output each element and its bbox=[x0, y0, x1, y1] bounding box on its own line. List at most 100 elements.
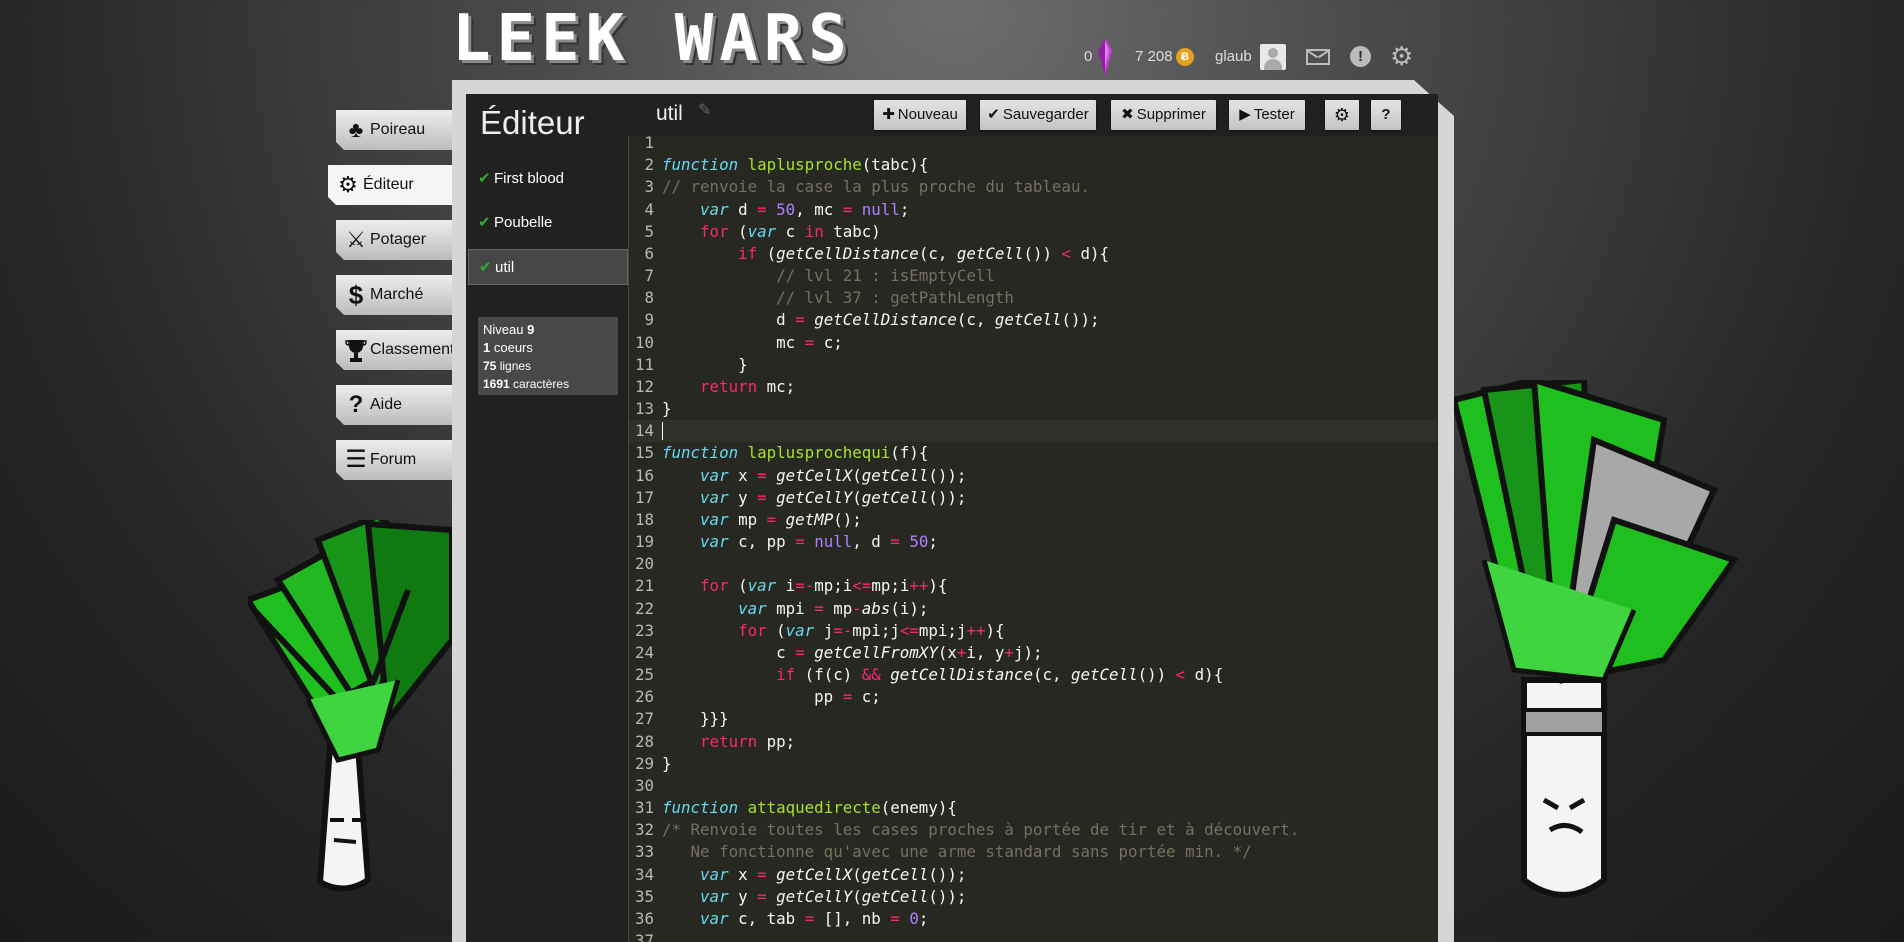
new-button[interactable]: ✚ Nouveau bbox=[874, 100, 966, 130]
menu-item-poireau[interactable]: ♣ Poireau bbox=[336, 110, 454, 150]
delete-button[interactable]: ✖ Supprimer bbox=[1111, 100, 1216, 130]
line-number: 16 bbox=[634, 465, 654, 485]
settings-gear-icon[interactable]: ⚙ bbox=[1390, 42, 1413, 70]
code-editor[interactable]: 1 2 function laplusproche(tabc){3// renvoi… bbox=[628, 133, 1438, 942]
menu-item-label: Potager bbox=[370, 231, 427, 248]
code-line[interactable]: 20 bbox=[629, 553, 1437, 575]
code-line[interactable]: 13} bbox=[629, 398, 1437, 420]
code-line[interactable]: 1 bbox=[629, 132, 1437, 154]
menu-item-marche[interactable]: $ Marché bbox=[336, 275, 454, 315]
code-line[interactable]: 7 // lvl 21 : isEmptyCell bbox=[629, 265, 1437, 287]
code-line[interactable]: 15 function laplusprochequi(f){ bbox=[629, 442, 1437, 464]
code-text: var y = getCellY(getCell()); bbox=[700, 487, 967, 507]
logo[interactable]: LEEK WARS bbox=[452, 7, 853, 71]
avatar[interactable] bbox=[1260, 44, 1286, 70]
swords-icon: ⚔ bbox=[346, 227, 366, 252]
code-text: if (f(c) && getCellDistance(c, getCell()… bbox=[776, 665, 1224, 685]
code-line[interactable]: 22 var mpi = mp-abs(i); bbox=[629, 598, 1437, 620]
settings-gear-button[interactable]: ⚙ bbox=[1325, 100, 1359, 130]
menu-item-classement[interactable]: Classement bbox=[336, 330, 454, 370]
line-number: 3 bbox=[644, 177, 654, 197]
file-item-label: util bbox=[495, 259, 515, 276]
code-line[interactable]: 17 var y = getCellY(getCell()); bbox=[629, 487, 1437, 509]
code-line[interactable]: 24 c = getCellFromXY(x+i, y+j); bbox=[629, 642, 1437, 664]
code-text: var c, pp = null, d = 50; bbox=[700, 532, 938, 552]
menu-item-label: Aide bbox=[370, 396, 403, 413]
save-button[interactable]: ✔ Sauvegarder bbox=[980, 100, 1096, 130]
code-line[interactable]: 34 var x = getCellX(getCell()); bbox=[629, 864, 1437, 886]
menu-item-forum[interactable]: ☰ Forum bbox=[336, 440, 454, 480]
code-line[interactable]: 6 if (getCellDistance(c, getCell()) < d)… bbox=[629, 243, 1437, 265]
code-text: }}} bbox=[662, 709, 729, 729]
code-line[interactable]: 21 for (var i=-mp;i<=mp;i++){ bbox=[629, 575, 1437, 597]
username[interactable]: glaub bbox=[1215, 44, 1252, 70]
line-number: 30 bbox=[634, 775, 654, 795]
line-number: 14 bbox=[634, 421, 654, 441]
code-line[interactable]: 5 for (var c in tabc) bbox=[629, 221, 1437, 243]
code-line[interactable]: 26 pp = c; bbox=[629, 686, 1437, 708]
code-line[interactable]: 37 bbox=[629, 930, 1437, 942]
notification-icon[interactable]: ! bbox=[1350, 46, 1371, 67]
line-number: 22 bbox=[634, 598, 654, 618]
menu-item-potager[interactable]: ⚔ Potager bbox=[336, 220, 454, 260]
line-number: 5 bbox=[644, 221, 654, 241]
line-number: 20 bbox=[634, 554, 654, 574]
code-line[interactable]: 19 var c, pp = null, d = 50; bbox=[629, 531, 1437, 553]
line-number: 27 bbox=[634, 709, 654, 729]
code-line[interactable]: 16 var x = getCellX(getCell()); bbox=[629, 465, 1437, 487]
code-line[interactable]: 9 d = getCellDistance(c, getCell()); bbox=[629, 309, 1437, 331]
line-number: 10 bbox=[634, 332, 654, 352]
code-line[interactable]: 12 return mc; bbox=[629, 376, 1437, 398]
code-text: function attaquedirecte(enemy){ bbox=[662, 798, 957, 818]
line-number: 29 bbox=[634, 753, 654, 773]
file-item-poubelle[interactable]: ✔ Poubelle bbox=[468, 205, 628, 241]
code-line[interactable]: 23 for (var j=-mpi;j<=mpi;j++){ bbox=[629, 620, 1437, 642]
code-line[interactable]: 33 Ne fonctionne qu'avec une arme standa… bbox=[629, 841, 1437, 863]
line-number: 28 bbox=[634, 731, 654, 751]
mail-icon[interactable] bbox=[1306, 49, 1330, 65]
list-icon: ☰ bbox=[345, 446, 367, 473]
line-number: 23 bbox=[634, 620, 654, 640]
code-text: for (var i=-mp;i<=mp;i++){ bbox=[700, 576, 948, 596]
code-line[interactable]: 11 } bbox=[629, 354, 1437, 376]
code-line[interactable]: 4 var d = 50, mc = null; bbox=[629, 199, 1437, 221]
help-button[interactable]: ? bbox=[1371, 100, 1401, 130]
menu-item-aide[interactable]: ? Aide bbox=[336, 385, 454, 425]
test-button[interactable]: ▶ Tester bbox=[1229, 100, 1305, 130]
code-line[interactable]: 28 return pp; bbox=[629, 731, 1437, 753]
line-number: 21 bbox=[634, 576, 654, 596]
code-text: var mpi = mp-abs(i); bbox=[738, 598, 929, 618]
code-line[interactable]: 25 if (f(c) && getCellDistance(c, getCel… bbox=[629, 664, 1437, 686]
line-number: 24 bbox=[634, 642, 654, 662]
code-line[interactable]: 18 var mp = getMP(); bbox=[629, 509, 1437, 531]
code-line[interactable]: 10 mc = c; bbox=[629, 332, 1437, 354]
code-line[interactable]: 8 // lvl 37 : getPathLength bbox=[629, 287, 1437, 309]
file-item-label: First blood bbox=[494, 170, 565, 187]
leek-icon: ♣ bbox=[348, 117, 364, 142]
code-text: for (var j=-mpi;j<=mpi;j++){ bbox=[738, 620, 1005, 640]
pencil-icon[interactable]: ✎ bbox=[698, 100, 711, 120]
code-line[interactable]: 3 // renvoie la case la plus proche du ta… bbox=[629, 176, 1437, 198]
code-line[interactable]: 30 bbox=[629, 775, 1437, 797]
code-text: var mp = getMP(); bbox=[700, 509, 862, 529]
code-line[interactable]: 27 }}} bbox=[629, 708, 1437, 730]
dollar-icon: $ bbox=[348, 280, 364, 310]
code-text: var x = getCellX(getCell()); bbox=[700, 864, 967, 884]
code-line[interactable]: 2 function laplusproche(tabc){ bbox=[629, 154, 1437, 176]
code-line[interactable]: 32 /* Renvoie toutes les cases proches à … bbox=[629, 819, 1437, 841]
line-number: 33 bbox=[634, 842, 654, 862]
code-line[interactable]: 29} bbox=[629, 753, 1437, 775]
code-line[interactable]: 36 var c, tab = [], nb = 0; bbox=[629, 908, 1437, 930]
file-item-first-blood[interactable]: ✔ First blood bbox=[468, 161, 628, 197]
code-text: if (getCellDistance(c, getCell()) < d){ bbox=[738, 243, 1110, 263]
code-line[interactable]: 31 function attaquedirecte(enemy){ bbox=[629, 797, 1437, 819]
code-line[interactable]: 35 var y = getCellY(getCell()); bbox=[629, 886, 1437, 908]
question-icon: ? bbox=[348, 391, 364, 418]
menu-item-editeur[interactable]: ⚙ Éditeur bbox=[328, 165, 454, 205]
file-item-util[interactable]: ✔ util bbox=[468, 249, 628, 285]
code-text: // lvl 37 : getPathLength bbox=[662, 288, 1014, 308]
code-line[interactable]: 14 bbox=[629, 420, 1437, 443]
line-number: 9 bbox=[644, 310, 654, 330]
line-number: 13 bbox=[634, 399, 654, 419]
leek-left-illustration bbox=[248, 520, 452, 892]
